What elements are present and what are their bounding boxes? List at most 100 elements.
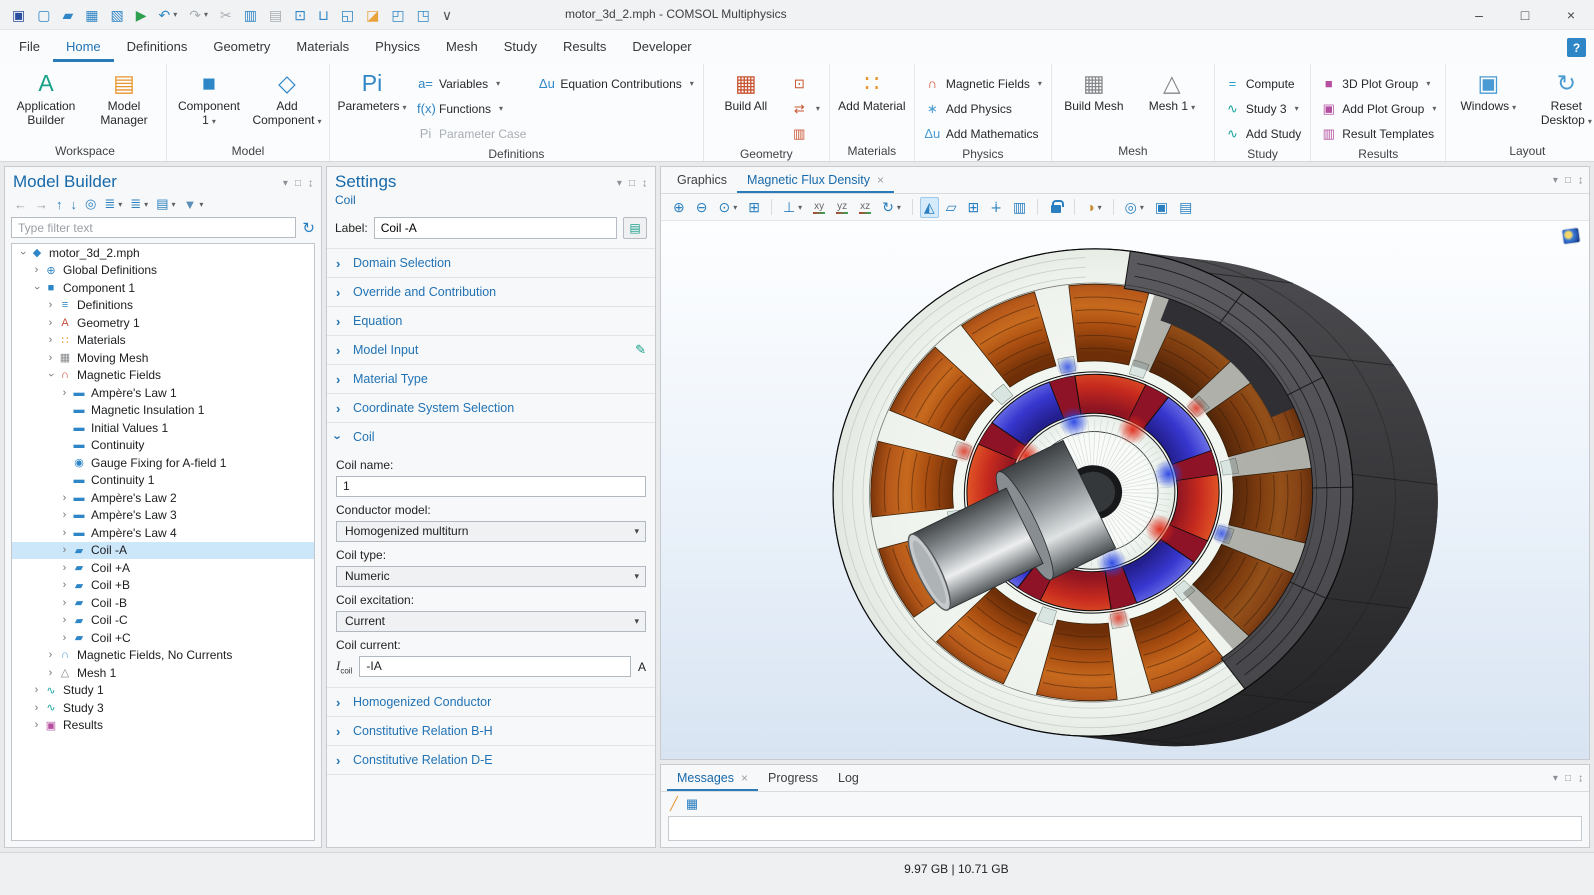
move-up-button[interactable]: ↑ <box>53 196 66 213</box>
environment-button[interactable]: ◎▾ <box>1121 197 1148 218</box>
search-table-button[interactable]: ◳ <box>413 6 434 24</box>
magnetic-fields-button[interactable]: ∩Magnetic Fields▾ <box>920 71 1046 96</box>
minimize-button[interactable]: – <box>1456 0 1502 30</box>
app-logo-button[interactable]: ▣ <box>8 6 29 24</box>
tree-item[interactable]: ›▰Coil +B <box>12 577 314 595</box>
coil-current-field[interactable]: -IA <box>359 656 631 677</box>
new-file-button[interactable]: ▢ <box>33 6 54 24</box>
add-material-button[interactable]: ∷Add Material <box>835 64 909 113</box>
tree-expander-icon[interactable]: › <box>44 352 57 364</box>
show-button[interactable]: ◎ <box>82 195 99 213</box>
panel-pin-icon[interactable]: ↨ <box>642 178 647 189</box>
tree-expander-icon[interactable]: › <box>44 299 57 311</box>
tree-item[interactable]: ›▰Coil -B <box>12 594 314 612</box>
tree-item[interactable]: ›◆motor_3d_2.mph <box>12 244 314 262</box>
lock-view-button[interactable] <box>1045 197 1067 217</box>
tree-expander-icon[interactable]: › <box>30 719 43 731</box>
save-button[interactable]: ▦ <box>81 6 102 24</box>
rename-node-button[interactable]: ▤ <box>623 217 647 239</box>
tree-item[interactable]: ›∿Study 3 <box>12 699 314 717</box>
expand-all-button[interactable]: ≣▾ <box>101 195 125 213</box>
tree-item[interactable]: ›▰Coil -C <box>12 612 314 630</box>
tree-expander-icon[interactable]: › <box>30 264 43 276</box>
menu-item-materials[interactable]: Materials <box>283 30 362 62</box>
tree-expander-icon[interactable]: › <box>16 247 29 259</box>
tree-item[interactable]: ▬Continuity <box>12 437 314 455</box>
menu-item-physics[interactable]: Physics <box>362 30 433 62</box>
panel-menu-icon[interactable]: ▾ <box>617 178 622 189</box>
print-button[interactable]: ▤ <box>1175 197 1196 218</box>
menu-item-geometry[interactable]: Geometry <box>200 30 283 62</box>
coil-type-select[interactable]: Numeric▾ <box>336 566 646 587</box>
transparency-button[interactable]: ◭ <box>920 197 939 218</box>
section-header[interactable]: ›Material Type <box>327 365 655 393</box>
tree-item[interactable]: ›∷Materials <box>12 332 314 350</box>
color-palette-button[interactable]: ◑▾ <box>1082 197 1105 217</box>
tree-item[interactable]: ▬Initial Values 1 <box>12 419 314 437</box>
go-to-view-button[interactable]: ⊥▾ <box>779 197 806 218</box>
grid-button[interactable]: ⊞ <box>963 197 983 218</box>
parameters-button[interactable]: PiParameters▾ <box>335 64 409 115</box>
variables-button[interactable]: a=Variables▾ <box>413 71 530 96</box>
find-button[interactable]: ◰ <box>387 6 408 24</box>
panel-float-icon[interactable]: □ <box>1565 175 1571 186</box>
tree-expander-icon[interactable]: › <box>44 667 57 679</box>
tree-expander-icon[interactable]: › <box>30 702 43 714</box>
tree-item[interactable]: ›⊕Global Definitions <box>12 262 314 280</box>
run-button[interactable]: ▶ <box>132 6 151 24</box>
insert-sequence-button[interactable]: ⊡ <box>787 71 824 96</box>
menu-item-results[interactable]: Results <box>550 30 619 62</box>
study-3-button[interactable]: ∿Study 3▾ <box>1220 96 1305 121</box>
compute-button[interactable]: =Compute <box>1220 71 1305 96</box>
menu-item-file[interactable]: File <box>6 30 53 62</box>
color-legend-button[interactable]: ▥ <box>1009 197 1030 218</box>
motor-3d-view[interactable] <box>661 221 1589 759</box>
mesh-1-button[interactable]: △Mesh 1▾ <box>1135 64 1209 115</box>
tree-item[interactable]: ›≡Definitions <box>12 297 314 315</box>
tab-graphics[interactable]: Graphics <box>667 167 737 193</box>
view-xy-button[interactable]: xy <box>809 199 829 216</box>
panel-menu-icon[interactable]: ▾ <box>1553 773 1558 784</box>
tree-item[interactable]: ›∩Magnetic Fields <box>12 367 314 385</box>
panel-float-icon[interactable]: □ <box>629 178 635 189</box>
tab-messages[interactable]: Messages× <box>667 765 758 791</box>
refresh-icon[interactable]: ↻ <box>302 219 315 237</box>
section-header[interactable]: ›Model Input✎ <box>327 336 655 364</box>
maximize-button[interactable]: □ <box>1502 0 1548 30</box>
panel-float-icon[interactable]: □ <box>295 178 301 189</box>
zoom-out-button[interactable]: ⊖ <box>692 197 712 218</box>
collapse-all-button[interactable]: ≣▾ <box>127 195 151 213</box>
zoom-box-button[interactable]: ⊙▾ <box>714 197 741 218</box>
graphics-canvas[interactable] <box>661 221 1589 759</box>
tree-expander-icon[interactable]: › <box>44 369 57 381</box>
help-button[interactable]: ? <box>1567 38 1586 57</box>
build-all-button[interactable]: ▦Build All <box>709 64 783 113</box>
equation-contributions-button[interactable]: ΔuEquation Contributions▾ <box>534 71 697 96</box>
tree-expander-icon[interactable]: › <box>30 684 43 696</box>
menu-item-home[interactable]: Home <box>53 30 114 62</box>
close-tab-icon[interactable]: × <box>741 771 748 785</box>
tree-item[interactable]: ›▦Moving Mesh <box>12 349 314 367</box>
tree-item[interactable]: ›∿Study 1 <box>12 682 314 700</box>
tree-item[interactable]: ›▬Ampère's Law 3 <box>12 507 314 525</box>
menu-item-definitions[interactable]: Definitions <box>114 30 201 62</box>
coil-excitation-select[interactable]: Current▾ <box>336 611 646 632</box>
view-xz-button[interactable]: xz <box>855 199 875 216</box>
panel-menu-icon[interactable]: ▾ <box>1553 175 1558 186</box>
tree-expander-icon[interactable]: › <box>58 544 71 556</box>
functions-button[interactable]: f(x)Functions▾ <box>413 96 530 121</box>
tree-filter-input[interactable] <box>11 217 296 238</box>
add-component-button[interactable]: ◇Add Component▾ <box>250 64 324 129</box>
tree-item[interactable]: ▬Magnetic Insulation 1 <box>12 402 314 420</box>
tree-expander-icon[interactable]: › <box>58 579 71 591</box>
save-preview-button[interactable]: ▧ <box>106 6 127 24</box>
tree-item[interactable]: ›∩Magnetic Fields, No Currents <box>12 647 314 665</box>
add-physics-button[interactable]: ∗Add Physics <box>920 96 1046 121</box>
section-header[interactable]: ›Constitutive Relation D-E <box>327 746 655 774</box>
edit-model-input-icon[interactable]: ✎ <box>635 342 646 358</box>
tree-expander-icon[interactable]: › <box>58 597 71 609</box>
menu-item-developer[interactable]: Developer <box>619 30 704 62</box>
tree-expander-icon[interactable]: › <box>58 562 71 574</box>
delete-button[interactable]: ⊔ <box>314 6 333 24</box>
insert-button[interactable]: ⊡ <box>290 6 310 24</box>
